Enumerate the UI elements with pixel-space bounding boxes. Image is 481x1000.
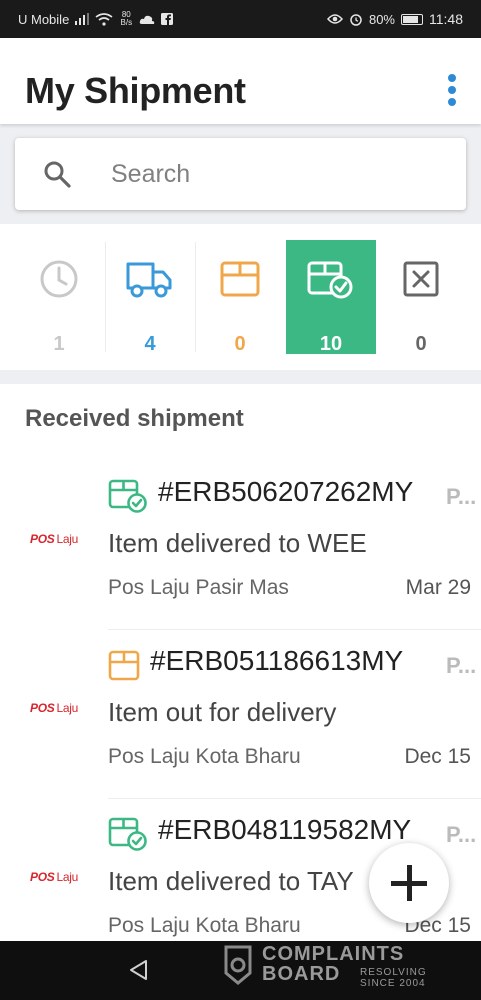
shipment-location: Pos Laju Kota Bharu (108, 745, 301, 768)
add-shipment-button[interactable] (369, 843, 449, 923)
complaints-board-logo-icon (224, 945, 252, 985)
shipment-status: Item delivered to WEE (108, 528, 367, 558)
search-section (0, 124, 481, 224)
courier-logo: POS Laju (30, 870, 78, 884)
app-bar: My Shipment (0, 38, 481, 124)
clock-time: 11:48 (429, 11, 463, 27)
shipment-date: Mar 29 (405, 576, 471, 599)
back-triangle-icon[interactable] (128, 959, 150, 981)
search-input[interactable] (111, 156, 441, 192)
watermark-line2: BOARD (262, 963, 341, 985)
cloud-icon (140, 15, 155, 24)
alarm-icon (350, 14, 362, 26)
list-item[interactable]: POS Laju #ERB506207262MY P... Item delive… (0, 462, 481, 630)
box-check-icon (108, 817, 147, 851)
eye-icon (326, 14, 343, 24)
battery-percent: 80% (368, 11, 395, 27)
page-title: My Shipment (25, 70, 246, 111)
divider (108, 798, 481, 799)
tab-count: 0 (234, 333, 246, 355)
status-bar: U Mobile 80 B/s 80% 11:48 (0, 0, 481, 38)
courier-logo: POS Laju (30, 532, 78, 546)
courier-logo: POS Laju (30, 701, 78, 715)
tracking-number: #ERB048119582MY (158, 814, 412, 845)
battery-icon (401, 13, 423, 25)
tab-in-transit[interactable]: 4 (105, 240, 195, 355)
shipment-location: Pos Laju Pasir Mas (108, 576, 289, 599)
box-icon (220, 261, 260, 297)
net-speed: 80 B/s (120, 10, 133, 27)
watermark: COMPLAINTS BOARD RESOLVING SINCE 2004 (222, 943, 462, 991)
tab-out-for-delivery[interactable]: 0 (195, 240, 285, 355)
box-check-icon (108, 479, 147, 513)
tab-cancelled[interactable]: 0 (376, 240, 466, 355)
box-icon (108, 650, 140, 681)
tab-count: 4 (144, 333, 156, 355)
status-filter-tabs: 1 4 0 10 0 (0, 224, 481, 370)
navigation-bar: COMPLAINTS BOARD RESOLVING SINCE 2004 (0, 941, 481, 1000)
more-vert-icon[interactable] (445, 74, 459, 110)
tab-pending[interactable]: 1 (14, 240, 104, 355)
divider (108, 629, 481, 630)
tab-delivered[interactable]: 10 (286, 240, 376, 355)
wifi-icon (95, 12, 113, 26)
section-gap (0, 370, 481, 384)
truck-icon (126, 262, 172, 298)
facebook-icon (161, 13, 174, 25)
list-item[interactable]: POS Laju #ERB051186613MY P... Item out fo… (0, 631, 481, 799)
tracking-number: #ERB506207262MY (158, 476, 414, 507)
x-box-icon (403, 261, 439, 297)
tab-count: 10 (319, 333, 343, 355)
tab-count: 1 (53, 333, 65, 355)
clock-icon (40, 260, 78, 298)
search-icon (44, 161, 71, 188)
carrier-label: U Mobile (18, 11, 70, 27)
search-bar[interactable] (15, 138, 466, 210)
truncated-label: P... (446, 653, 477, 678)
tab-count: 0 (415, 333, 427, 355)
signal-icon (75, 13, 90, 25)
shipment-status: Item out for delivery (108, 697, 337, 727)
truncated-label: P... (446, 822, 477, 847)
section-title: Received shipment (25, 405, 244, 432)
watermark-tagline: RESOLVING SINCE 2004 (360, 967, 427, 989)
shipment-status: Item delivered to TAY (108, 866, 354, 896)
shipment-date: Dec 15 (404, 745, 471, 768)
box-check-icon (307, 261, 353, 299)
shipment-location: Pos Laju Kota Bharu (108, 914, 301, 937)
truncated-label: P... (446, 484, 477, 509)
tracking-number: #ERB051186613MY (150, 645, 404, 676)
